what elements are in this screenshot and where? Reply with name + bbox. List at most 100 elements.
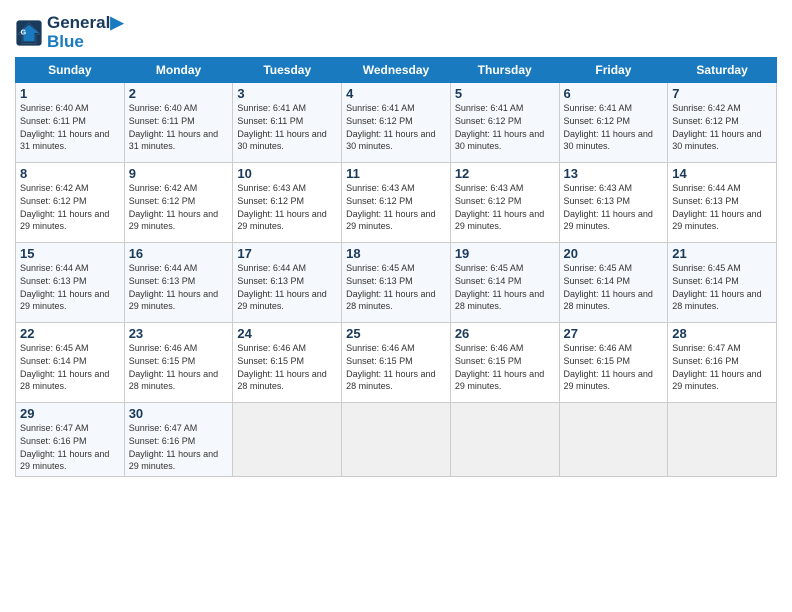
- col-thursday: Thursday: [450, 58, 559, 83]
- day-detail: Sunrise: 6:46 AMSunset: 6:15 PMDaylight:…: [237, 343, 326, 391]
- table-cell: 29 Sunrise: 6:47 AMSunset: 6:16 PMDaylig…: [16, 403, 125, 476]
- day-detail: Sunrise: 6:41 AMSunset: 6:12 PMDaylight:…: [346, 103, 435, 151]
- day-detail: Sunrise: 6:46 AMSunset: 6:15 PMDaylight:…: [455, 343, 544, 391]
- table-cell: 1 Sunrise: 6:40 AMSunset: 6:11 PMDayligh…: [16, 83, 125, 163]
- day-detail: Sunrise: 6:42 AMSunset: 6:12 PMDaylight:…: [672, 103, 761, 151]
- day-number: 3: [237, 86, 337, 101]
- day-detail: Sunrise: 6:45 AMSunset: 6:14 PMDaylight:…: [564, 263, 653, 311]
- table-cell: 6 Sunrise: 6:41 AMSunset: 6:12 PMDayligh…: [559, 83, 668, 163]
- calendar-week-row: 15 Sunrise: 6:44 AMSunset: 6:13 PMDaylig…: [16, 243, 777, 323]
- day-detail: Sunrise: 6:45 AMSunset: 6:14 PMDaylight:…: [455, 263, 544, 311]
- day-detail: Sunrise: 6:41 AMSunset: 6:11 PMDaylight:…: [237, 103, 326, 151]
- day-detail: Sunrise: 6:41 AMSunset: 6:12 PMDaylight:…: [455, 103, 544, 151]
- day-number: 23: [129, 326, 229, 341]
- table-cell: 24 Sunrise: 6:46 AMSunset: 6:15 PMDaylig…: [233, 323, 342, 403]
- table-cell: 11 Sunrise: 6:43 AMSunset: 6:12 PMDaylig…: [342, 163, 451, 243]
- col-tuesday: Tuesday: [233, 58, 342, 83]
- day-detail: Sunrise: 6:44 AMSunset: 6:13 PMDaylight:…: [20, 263, 109, 311]
- day-number: 2: [129, 86, 229, 101]
- day-detail: Sunrise: 6:44 AMSunset: 6:13 PMDaylight:…: [237, 263, 326, 311]
- calendar-header-row: Sunday Monday Tuesday Wednesday Thursday…: [16, 58, 777, 83]
- day-number: 9: [129, 166, 229, 181]
- table-cell: 14 Sunrise: 6:44 AMSunset: 6:13 PMDaylig…: [668, 163, 777, 243]
- day-detail: Sunrise: 6:40 AMSunset: 6:11 PMDaylight:…: [20, 103, 109, 151]
- day-number: 15: [20, 246, 120, 261]
- table-cell: 20 Sunrise: 6:45 AMSunset: 6:14 PMDaylig…: [559, 243, 668, 323]
- day-number: 5: [455, 86, 555, 101]
- day-number: 7: [672, 86, 772, 101]
- day-number: 11: [346, 166, 446, 181]
- header: G General▶ Blue: [15, 10, 777, 51]
- day-detail: Sunrise: 6:40 AMSunset: 6:11 PMDaylight:…: [129, 103, 218, 151]
- day-number: 12: [455, 166, 555, 181]
- day-detail: Sunrise: 6:42 AMSunset: 6:12 PMDaylight:…: [129, 183, 218, 231]
- day-number: 10: [237, 166, 337, 181]
- calendar-body: 1 Sunrise: 6:40 AMSunset: 6:11 PMDayligh…: [16, 83, 777, 476]
- day-detail: Sunrise: 6:43 AMSunset: 6:13 PMDaylight:…: [564, 183, 653, 231]
- day-detail: Sunrise: 6:46 AMSunset: 6:15 PMDaylight:…: [346, 343, 435, 391]
- table-cell: 8 Sunrise: 6:42 AMSunset: 6:12 PMDayligh…: [16, 163, 125, 243]
- table-cell: 25 Sunrise: 6:46 AMSunset: 6:15 PMDaylig…: [342, 323, 451, 403]
- day-number: 30: [129, 406, 229, 421]
- table-cell: 30 Sunrise: 6:47 AMSunset: 6:16 PMDaylig…: [124, 403, 233, 476]
- table-cell: 3 Sunrise: 6:41 AMSunset: 6:11 PMDayligh…: [233, 83, 342, 163]
- calendar-week-row: 29 Sunrise: 6:47 AMSunset: 6:16 PMDaylig…: [16, 403, 777, 476]
- day-detail: Sunrise: 6:45 AMSunset: 6:14 PMDaylight:…: [20, 343, 109, 391]
- table-cell: 19 Sunrise: 6:45 AMSunset: 6:14 PMDaylig…: [450, 243, 559, 323]
- day-detail: Sunrise: 6:44 AMSunset: 6:13 PMDaylight:…: [672, 183, 761, 231]
- day-detail: Sunrise: 6:45 AMSunset: 6:13 PMDaylight:…: [346, 263, 435, 311]
- day-number: 1: [20, 86, 120, 101]
- day-number: 25: [346, 326, 446, 341]
- day-detail: Sunrise: 6:47 AMSunset: 6:16 PMDaylight:…: [20, 423, 109, 471]
- day-detail: Sunrise: 6:46 AMSunset: 6:15 PMDaylight:…: [564, 343, 653, 391]
- day-detail: Sunrise: 6:47 AMSunset: 6:16 PMDaylight:…: [672, 343, 761, 391]
- day-number: 28: [672, 326, 772, 341]
- day-number: 14: [672, 166, 772, 181]
- table-cell: 22 Sunrise: 6:45 AMSunset: 6:14 PMDaylig…: [16, 323, 125, 403]
- day-detail: Sunrise: 6:47 AMSunset: 6:16 PMDaylight:…: [129, 423, 218, 471]
- day-number: 8: [20, 166, 120, 181]
- col-wednesday: Wednesday: [342, 58, 451, 83]
- table-cell: 4 Sunrise: 6:41 AMSunset: 6:12 PMDayligh…: [342, 83, 451, 163]
- day-number: 17: [237, 246, 337, 261]
- logo: G General▶ Blue: [15, 14, 123, 51]
- logo-icon: G: [15, 19, 43, 47]
- table-cell: 15 Sunrise: 6:44 AMSunset: 6:13 PMDaylig…: [16, 243, 125, 323]
- day-number: 6: [564, 86, 664, 101]
- day-number: 18: [346, 246, 446, 261]
- col-saturday: Saturday: [668, 58, 777, 83]
- table-cell: 16 Sunrise: 6:44 AMSunset: 6:13 PMDaylig…: [124, 243, 233, 323]
- day-number: 22: [20, 326, 120, 341]
- day-detail: Sunrise: 6:45 AMSunset: 6:14 PMDaylight:…: [672, 263, 761, 311]
- day-number: 26: [455, 326, 555, 341]
- table-cell: 12 Sunrise: 6:43 AMSunset: 6:12 PMDaylig…: [450, 163, 559, 243]
- table-cell: 7 Sunrise: 6:42 AMSunset: 6:12 PMDayligh…: [668, 83, 777, 163]
- table-cell: 17 Sunrise: 6:44 AMSunset: 6:13 PMDaylig…: [233, 243, 342, 323]
- day-number: 24: [237, 326, 337, 341]
- table-cell: [342, 403, 451, 476]
- svg-text:G: G: [21, 29, 27, 36]
- day-number: 27: [564, 326, 664, 341]
- table-cell: 9 Sunrise: 6:42 AMSunset: 6:12 PMDayligh…: [124, 163, 233, 243]
- calendar-week-row: 1 Sunrise: 6:40 AMSunset: 6:11 PMDayligh…: [16, 83, 777, 163]
- page: G General▶ Blue Sunday Monday Tuesday We…: [0, 0, 792, 612]
- table-cell: [668, 403, 777, 476]
- day-number: 19: [455, 246, 555, 261]
- table-cell: 5 Sunrise: 6:41 AMSunset: 6:12 PMDayligh…: [450, 83, 559, 163]
- day-detail: Sunrise: 6:42 AMSunset: 6:12 PMDaylight:…: [20, 183, 109, 231]
- day-detail: Sunrise: 6:46 AMSunset: 6:15 PMDaylight:…: [129, 343, 218, 391]
- table-cell: [450, 403, 559, 476]
- day-number: 13: [564, 166, 664, 181]
- day-detail: Sunrise: 6:43 AMSunset: 6:12 PMDaylight:…: [346, 183, 435, 231]
- table-cell: 13 Sunrise: 6:43 AMSunset: 6:13 PMDaylig…: [559, 163, 668, 243]
- day-detail: Sunrise: 6:41 AMSunset: 6:12 PMDaylight:…: [564, 103, 653, 151]
- table-cell: 28 Sunrise: 6:47 AMSunset: 6:16 PMDaylig…: [668, 323, 777, 403]
- table-cell: 2 Sunrise: 6:40 AMSunset: 6:11 PMDayligh…: [124, 83, 233, 163]
- table-cell: 21 Sunrise: 6:45 AMSunset: 6:14 PMDaylig…: [668, 243, 777, 323]
- table-cell: 10 Sunrise: 6:43 AMSunset: 6:12 PMDaylig…: [233, 163, 342, 243]
- day-detail: Sunrise: 6:44 AMSunset: 6:13 PMDaylight:…: [129, 263, 218, 311]
- calendar: Sunday Monday Tuesday Wednesday Thursday…: [15, 57, 777, 476]
- day-detail: Sunrise: 6:43 AMSunset: 6:12 PMDaylight:…: [455, 183, 544, 231]
- logo-text: General▶ Blue: [47, 14, 123, 51]
- day-detail: Sunrise: 6:43 AMSunset: 6:12 PMDaylight:…: [237, 183, 326, 231]
